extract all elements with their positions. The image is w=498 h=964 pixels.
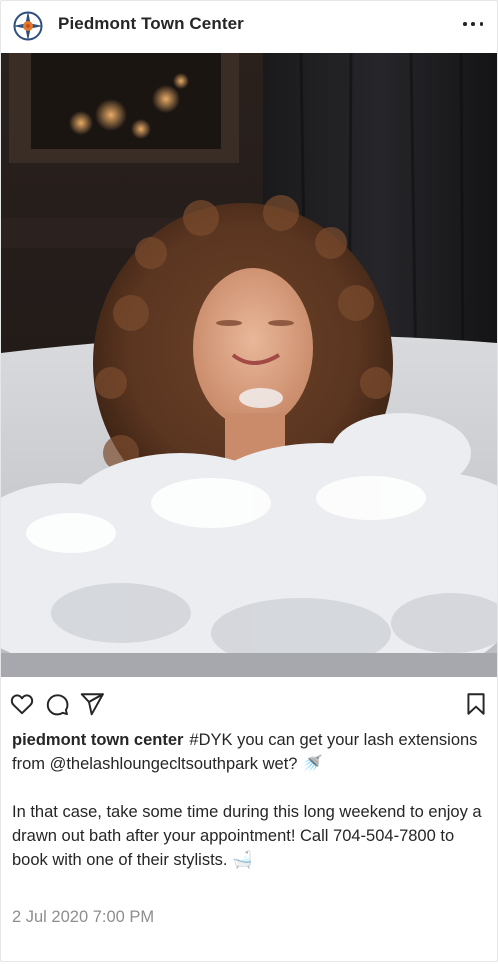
- post-caption: piedmont town center #DYK you can get you…: [12, 728, 488, 872]
- caption-text-line2: In that case, take some time during this…: [12, 803, 487, 869]
- compass-rose-logo-icon: [13, 11, 43, 41]
- avatar[interactable]: [12, 10, 44, 42]
- post-photo[interactable]: [1, 53, 497, 677]
- account-name[interactable]: Piedmont Town Center: [58, 14, 244, 34]
- comment-icon[interactable]: [44, 691, 70, 717]
- bath-photo: [1, 53, 497, 677]
- post-timestamp: 2 Jul 2020 7:00 PM: [12, 908, 155, 926]
- post-header: Piedmont Town Center: [1, 1, 497, 52]
- post-card: Piedmont Town Center piedmont town cente…: [0, 0, 498, 962]
- post-actions: [1, 687, 497, 719]
- bookmark-icon[interactable]: [463, 691, 489, 717]
- share-icon[interactable]: [79, 691, 105, 717]
- more-options-icon[interactable]: [463, 16, 483, 32]
- caption-username[interactable]: piedmont town center: [12, 731, 183, 749]
- heart-icon[interactable]: [9, 691, 35, 717]
